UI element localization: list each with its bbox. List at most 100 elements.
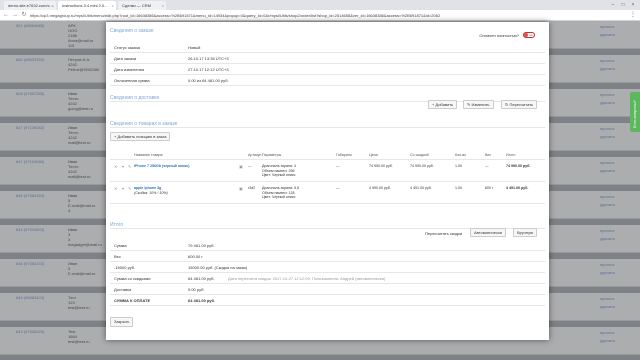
order-id[interactable]: 608 (97657265) [16, 91, 44, 96]
order-id[interactable]: 647 (97104080) [16, 159, 44, 164]
order-id[interactable]: 646 (97084153) [16, 261, 44, 266]
order-id[interactable]: 647 (97106082) [16, 125, 44, 130]
row-actions[interactable]: прогноз удалить [600, 23, 615, 39]
order-id[interactable]: 682 (98523350) [16, 57, 44, 62]
paid-full-label: Оплачен полностью? [479, 33, 519, 38]
product-article: r3d2 [248, 186, 256, 190]
product-discounted: 74 990.00 руб. [410, 164, 434, 168]
close-tab-icon[interactable]: × [52, 1, 54, 10]
paid-full-toggle[interactable]: нет [523, 32, 535, 38]
table-header: Вес [485, 153, 492, 157]
product-dims: — [336, 164, 340, 168]
row-actions[interactable]: прогноз удалить [600, 125, 615, 141]
reload-icon[interactable]: ↻ [20, 11, 28, 19]
close-window-icon[interactable]: × [628, 0, 638, 10]
product-name-link[interactable]: apple iphone 3g [134, 186, 161, 191]
help-side-tab[interactable]: Есть вопросы? [630, 92, 640, 132]
forward-icon[interactable]: → [11, 11, 19, 19]
edit-delivery-button[interactable]: ✎ Изменить [463, 100, 494, 109]
order-id[interactable]: 501 (98084665) [16, 23, 44, 28]
auto-discount-button[interactable]: Автоматически [470, 228, 506, 237]
toggle-knob [524, 33, 528, 37]
recalc-delivery-button[interactable]: ↻ Пересчитать [501, 100, 538, 109]
total-label: Доставка [114, 287, 132, 292]
table-header: Параметры [262, 153, 282, 157]
button-label: Закрыть [114, 319, 130, 324]
customer-info: Петров И.А. 4242 Petrov@9252080 [68, 57, 100, 72]
row-actions[interactable]: прогноз удалить [600, 227, 615, 243]
close-tab-icon[interactable]: × [112, 1, 114, 10]
customer-info: Иван 5 E-mail@mail.ru [68, 261, 96, 276]
product-params: Диагональ экрана: 5,5 Объем памяти: 128 … [262, 186, 300, 199]
close-tab-icon[interactable]: × [162, 1, 164, 10]
add-item-button[interactable]: + Добавить позицию в заказ [110, 132, 171, 141]
button-label: Добавить [435, 102, 454, 107]
customer-info: Иван 5 E-mail@mail.ru 4 [68, 193, 96, 213]
product-name-link[interactable]: iPhone 7 256Gb (черный оникс) [134, 164, 189, 169]
row-actions[interactable]: прогноз удалить [600, 329, 615, 345]
total-value: 64 481.00 руб. [188, 298, 216, 303]
button-label: Добавить позицию в заказ [117, 134, 167, 139]
product-weight: 600 г [485, 186, 494, 190]
tab-label: demo-site.e7632.com/c... [8, 3, 53, 8]
minimize-icon[interactable]: – [608, 0, 618, 10]
add-delivery-button[interactable]: + Добавить [428, 100, 458, 109]
row-actions[interactable]: прогноз удалить [600, 261, 615, 277]
delete-icon[interactable]: ✕ [114, 186, 117, 191]
order-id[interactable]: 644 (97004603) [16, 227, 44, 232]
bookmark-icon[interactable]: ▾ [122, 164, 124, 169]
manual-discount-button[interactable]: Вручную [513, 228, 538, 237]
url-field[interactable]: https://cp3.megagroup.ru/mysl/Utils/menu… [30, 12, 612, 19]
order-id[interactable]: 643 (97026325) [16, 329, 44, 334]
customer-info: Иван 3 3 megadget@mail.ru [68, 227, 102, 247]
back-icon[interactable]: ← [2, 11, 10, 19]
bookmark-icon[interactable]: ▾ [122, 186, 124, 191]
button-label: Автоматически [474, 230, 502, 235]
product-price: 74 990.00 руб. [369, 164, 393, 168]
customer-info: Иван Тесто 4242 golog@test.ru [68, 91, 93, 111]
customer-info: Test 1664 test@test.ru [68, 329, 90, 344]
row-actions[interactable]: прогноз удалить [600, 57, 615, 73]
total-value: 0.00 руб. [188, 287, 205, 292]
order-modal: Сведения о заказе Оплачен полностью? нет… [106, 22, 549, 340]
row-actions[interactable]: прогноз удалить [600, 91, 615, 107]
row-actions[interactable]: прогноз удалить [600, 193, 615, 209]
edit-icon[interactable]: ✎ [128, 186, 131, 191]
total-label: СУММА К ОПЛАТЕ [114, 298, 151, 303]
table-header: Со скидкой [410, 153, 429, 157]
button-label: Изменить [471, 102, 490, 107]
row-actions[interactable]: прогноз удалить [600, 159, 615, 175]
order-field-label: Оплаченная сумма [114, 78, 150, 83]
customer-info: Иван Тесто 4242 mail@test.ru [68, 125, 91, 145]
customer-info: Иван Тесто 4242 mail@test.ru [68, 159, 91, 179]
total-label: Сумма со скидками [114, 276, 151, 281]
delete-icon[interactable]: ✕ [114, 164, 117, 169]
order-field-label: Дата изменения [114, 67, 145, 72]
table-header: Габариты [336, 153, 352, 157]
order-field-value: Новый [188, 45, 201, 50]
help-side-tab-label: Есть вопросы? [632, 100, 637, 128]
close-button[interactable]: Закрыть [110, 317, 134, 327]
order-section-title: Сведения о заказе [110, 28, 154, 34]
recalc-discounts-label: Пересчитать скидки [425, 231, 463, 236]
browser-menu-icon[interactable]: ⋮ [630, 11, 636, 18]
table-header: Цена [369, 153, 378, 157]
product-weight: — [485, 164, 489, 168]
customer-info: АРК ООО 2166 Anna@mail.ru 115 [68, 23, 94, 48]
button-label: Пересчитать [509, 102, 534, 107]
order-field-value: 27.10.17 12:12 UTC+3 [188, 67, 229, 72]
maximize-icon[interactable]: □ [618, 0, 628, 10]
edit-icon[interactable]: ✎ [128, 164, 131, 169]
row-actions[interactable]: прогноз удалить [600, 295, 615, 311]
product-qty: 1.00 [455, 186, 462, 190]
total-value: 64 481.00 руб. [188, 276, 215, 281]
order-id[interactable]: 646 (97084153) [16, 193, 44, 198]
total-value: 15000.00 руб. (Скидка на заказ) [188, 265, 248, 270]
browser-tab-1[interactable]: demo-site.e7632.com/c... × [4, 1, 56, 10]
total-value: 600.00 г [188, 254, 203, 259]
table-header: Артикул [248, 153, 262, 157]
browser-tab-2[interactable]: Instructions 3.4 mini 2.0... × [58, 1, 116, 10]
product-qty: 1.00 [455, 164, 462, 168]
order-id[interactable]: 645 (96983403) [16, 295, 44, 300]
browser-tab-3[interactable]: Сделки — CRM × [118, 1, 166, 10]
